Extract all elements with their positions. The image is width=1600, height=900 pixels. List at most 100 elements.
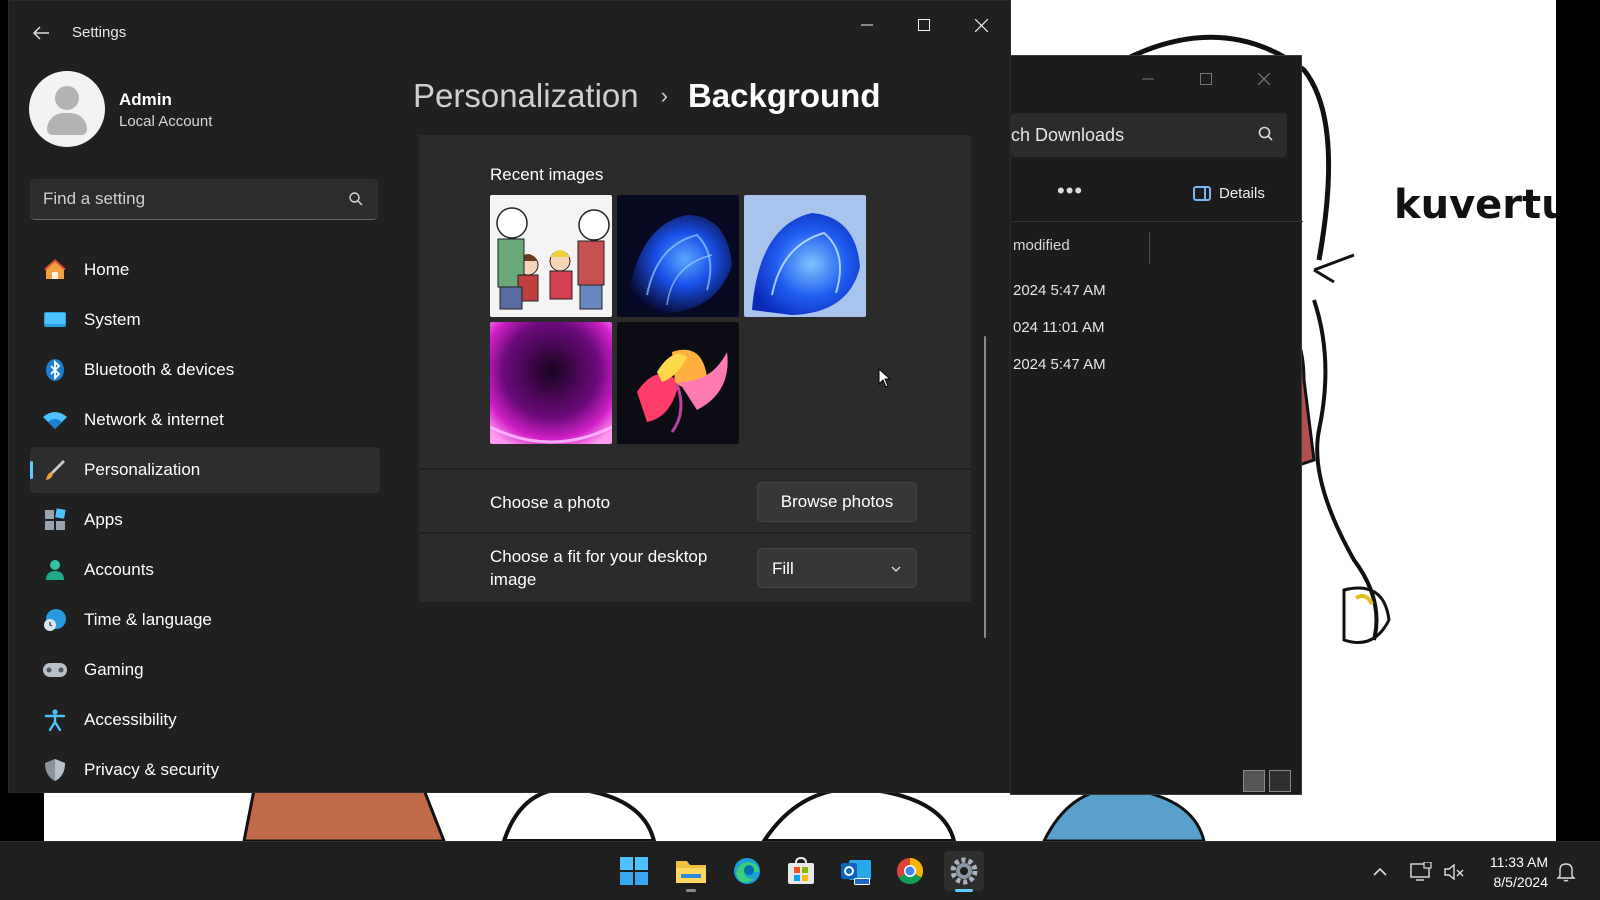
wallpaper-text: kuvertu [1394,182,1556,228]
sidebar-item-label: Bluetooth & devices [84,360,235,379]
thumbnail-view-button[interactable] [1269,770,1291,792]
recent-image-blue-bloom-light[interactable] [744,195,866,317]
file-explorer-window[interactable]: ch Downloads ••• Details modified 2024 5… [1010,55,1303,795]
sidebar-item-label: Accessibility [84,710,177,729]
back-arrow-icon[interactable] [31,23,51,43]
sidebar-item-bluetooth[interactable]: Bluetooth & devices [30,347,380,393]
explorer-toolbar: ••• Details [1011,168,1303,222]
search-icon[interactable] [1257,125,1275,143]
recent-images-section: Recent images [419,147,971,468]
recent-image-blue-bloom-dark[interactable] [617,195,739,317]
column-separator[interactable] [1149,232,1150,264]
network-display-icon[interactable] [1410,842,1432,900]
bluetooth-icon [42,357,68,383]
recent-image-purple-glow[interactable] [490,322,612,444]
chrome-icon[interactable] [890,851,930,891]
find-setting-box[interactable] [30,179,378,220]
content-scrollbar[interactable] [984,336,986,638]
globe-clock-icon [42,607,68,633]
system-icon [42,307,68,333]
running-indicator [686,889,696,892]
clock-time: 11:33 AM [1489,854,1548,870]
close-icon[interactable] [1235,61,1293,97]
close-icon[interactable] [953,7,1009,43]
store-icon[interactable] [781,851,821,891]
explorer-search-text: ch Downloads [1011,124,1125,145]
gamepad-icon [42,657,68,683]
minimize-icon[interactable] [839,7,895,43]
fit-dropdown[interactable]: Fill [757,548,917,588]
find-setting-input[interactable] [30,179,320,218]
accessibility-icon [42,707,68,733]
explorer-titlebar[interactable] [1011,56,1301,102]
sidebar-item-time-language[interactable]: Time & language [30,597,380,643]
profile-name: Admin [119,90,172,109]
breadcrumb: Personalization › Background [413,77,881,115]
recent-image-cartoon[interactable] [490,195,612,317]
start-icon[interactable] [614,851,654,891]
chevron-right-icon: › [660,83,668,108]
sidebar-item-network[interactable]: Network & internet [30,397,380,443]
sidebar-item-apps[interactable]: Apps [30,497,380,543]
sidebar-item-accounts[interactable]: Accounts [30,547,380,593]
profile-account-type: Local Account [119,113,213,130]
user-profile[interactable]: Admin Local Account [29,71,212,147]
sidebar-item-label: Network & internet [84,410,224,429]
shield-icon [42,757,68,783]
file-row-date[interactable]: 2024 5:47 AM [1013,356,1106,373]
apps-icon [42,507,68,533]
file-row-date[interactable]: 024 11:01 AM [1013,319,1104,336]
outlook-icon[interactable] [836,851,876,891]
sidebar-item-label: Accounts [84,560,154,579]
mouse-cursor-icon [878,368,892,388]
running-indicator [955,889,973,892]
column-header-date-modified[interactable]: modified [1013,237,1070,254]
recent-images-grid [490,195,971,444]
paintbrush-icon [42,457,68,483]
sidebar-item-gaming[interactable]: Gaming [30,647,380,693]
choose-photo-row: Choose a photo Browse photos [419,470,971,532]
choose-fit-label: Choose a fit for your desktop image [490,547,708,589]
maximize-icon[interactable] [896,7,952,43]
fit-selected-value: Fill [772,559,794,578]
minimize-icon[interactable] [1119,61,1177,97]
file-explorer-icon[interactable] [671,851,711,892]
maximize-icon[interactable] [1177,61,1235,97]
window-title: Settings [72,24,127,41]
edge-icon[interactable] [727,851,767,891]
sidebar-item-home[interactable]: Home [30,247,380,293]
search-icon[interactable] [348,191,364,207]
sidebar-item-personalization[interactable]: Personalization [30,447,380,493]
notifications-bell-icon[interactable] [1556,842,1576,900]
sidebar-item-accessibility[interactable]: Accessibility [30,697,380,743]
settings-icon[interactable] [944,851,984,892]
breadcrumb-parent[interactable]: Personalization [413,77,639,115]
details-label: Details [1219,185,1265,202]
avatar [29,71,105,147]
show-hidden-icons-icon[interactable] [1372,842,1388,900]
accounts-icon [42,557,68,583]
view-toggle [1243,770,1291,792]
volume-muted-icon[interactable] [1443,842,1465,900]
file-row-date[interactable]: 2024 5:47 AM [1013,282,1106,299]
sidebar-item-label: Gaming [84,660,144,679]
sidebar-item-system[interactable]: System [30,297,380,343]
recent-image-colorful-flower[interactable] [617,322,739,444]
page-title: Background [687,77,881,114]
home-icon [42,257,68,283]
wifi-icon [42,407,68,433]
details-pane-button[interactable]: Details [1193,185,1265,202]
sidebar-item-label: Time & language [84,610,212,629]
choose-photo-label: Choose a photo [490,493,611,512]
more-options-button[interactable]: ••• [1057,178,1083,204]
explorer-search-box[interactable]: ch Downloads [1011,113,1287,157]
background-card-top [419,135,971,147]
details-view-button[interactable] [1243,770,1265,792]
sidebar-item-privacy[interactable]: Privacy & security [30,747,380,792]
browse-photos-button[interactable]: Browse photos [757,482,917,522]
sidebar-item-label: Apps [84,510,123,529]
clock[interactable]: 11:33 AM 8/5/2024 [1476,852,1548,892]
sidebar-item-label: System [84,310,141,329]
sidebar-item-label: Home [84,260,130,279]
settings-titlebar[interactable]: Settings [9,1,1010,61]
